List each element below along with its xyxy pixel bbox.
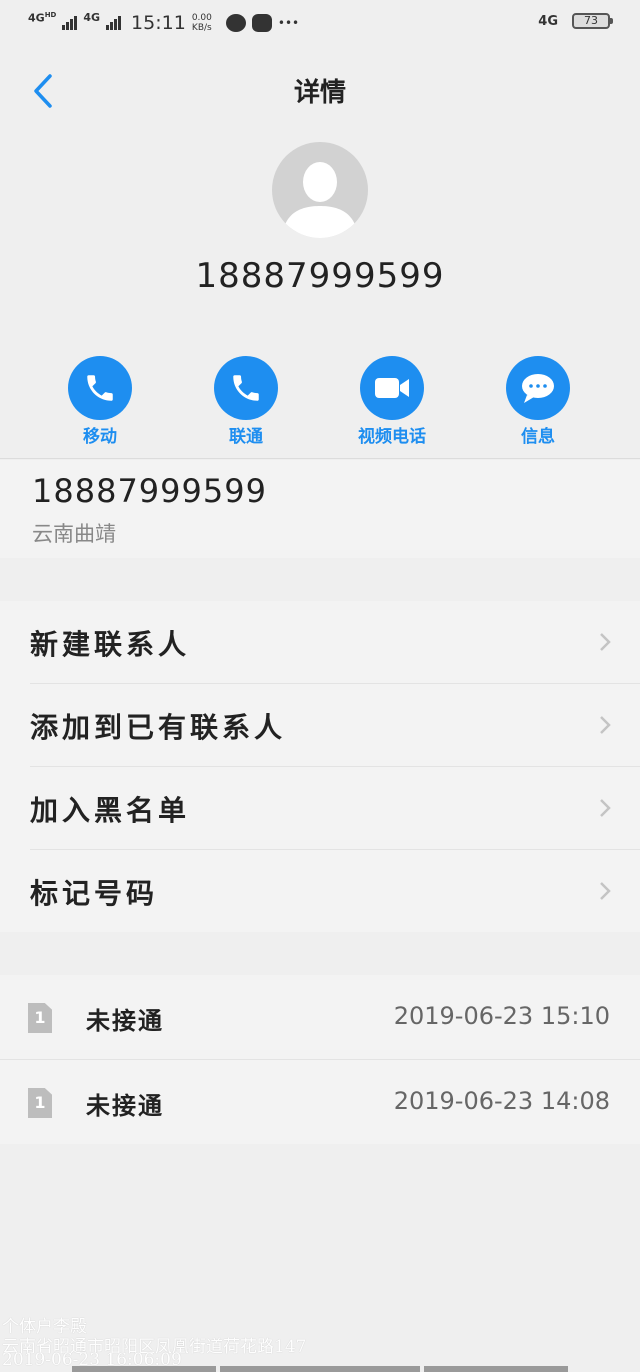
wechat-icon: [225, 14, 246, 32]
message-bubble-icon: [506, 356, 570, 420]
chevron-right-icon: [600, 633, 611, 651]
right-network-type: 4G: [538, 13, 558, 29]
nav-bar-segment: [72, 1366, 216, 1372]
network-type-1: 4GHD: [28, 11, 57, 25]
menu-item-label: 标记号码: [30, 877, 159, 910]
number-text: 18887999599: [32, 472, 267, 510]
message-button[interactable]: 信息: [478, 356, 598, 447]
call-status: 未接通: [86, 1007, 164, 1035]
add-to-existing-contact-item[interactable]: 添加到已有联系人: [30, 684, 640, 767]
action-label: 信息: [521, 427, 555, 447]
clock: 15:11: [131, 12, 186, 34]
add-to-blacklist-item[interactable]: 加入黑名单: [30, 767, 640, 850]
action-label: 联通: [229, 427, 263, 447]
new-contact-item[interactable]: 新建联系人: [30, 601, 640, 684]
chevron-right-icon: [600, 799, 611, 817]
more-notifications-icon: •••: [277, 16, 300, 30]
signal-2-icon: [106, 16, 122, 30]
page-title: 详情: [293, 78, 346, 108]
person-silhouette-icon: [282, 162, 358, 238]
action-row: 移动 联通 视频电话 信息: [28, 356, 612, 447]
battery-icon: 73: [572, 13, 613, 29]
sim-card-icon: 1: [28, 1088, 52, 1118]
call-mobile-button[interactable]: 移动: [40, 356, 160, 447]
contact-number: 18887999599: [195, 256, 445, 296]
call-status: 未接通: [86, 1092, 164, 1120]
action-label: 移动: [83, 427, 117, 447]
network-type-2: 4G: [83, 10, 101, 24]
app-notification-icon: [251, 14, 272, 32]
menu-item-label: 新建联系人: [30, 628, 191, 661]
menu-item-label: 加入黑名单: [30, 794, 191, 827]
call-log-row[interactable]: 1 未接通 2019-06-23 14:08: [0, 1060, 640, 1144]
number-info-card[interactable]: 18887999599 云南曲靖: [0, 460, 640, 558]
network-speed: 0.00 KB/s: [191, 13, 212, 33]
signal-1-icon: [62, 16, 78, 30]
number-region: 云南曲靖: [32, 522, 116, 546]
menu-item-label: 添加到已有联系人: [30, 711, 287, 744]
divider: [0, 458, 640, 459]
avatar: [272, 142, 368, 238]
battery-level: 73: [584, 14, 598, 27]
video-camera-icon: [360, 356, 424, 420]
video-call-button[interactable]: 视频电话: [332, 356, 452, 447]
options-list: 新建联系人 添加到已有联系人 加入黑名单 标记号码: [0, 601, 640, 932]
nav-bar-segment: [220, 1366, 420, 1372]
chevron-right-icon: [600, 716, 611, 734]
call-time: 2019-06-23 15:10: [393, 1002, 610, 1030]
call-time: 2019-06-23 14:08: [393, 1087, 610, 1115]
mark-number-item[interactable]: 标记号码: [30, 850, 640, 932]
call-unicom-button[interactable]: 联通: [186, 356, 306, 447]
phone-icon: [68, 356, 132, 420]
call-log-row[interactable]: 1 未接通 2019-06-23 15:10: [0, 975, 640, 1060]
call-log: 1 未接通 2019-06-23 15:10 1 未接通 2019-06-23 …: [0, 975, 640, 1144]
phone-icon: [214, 356, 278, 420]
chevron-right-icon: [600, 882, 611, 900]
nav-bar-segment: [424, 1366, 568, 1372]
status-bar: 4GHD 4G 15:11 0.00 KB/s ••• 4G 73: [0, 0, 640, 50]
sim-card-icon: 1: [28, 1003, 52, 1033]
action-label: 视频电话: [358, 427, 426, 447]
